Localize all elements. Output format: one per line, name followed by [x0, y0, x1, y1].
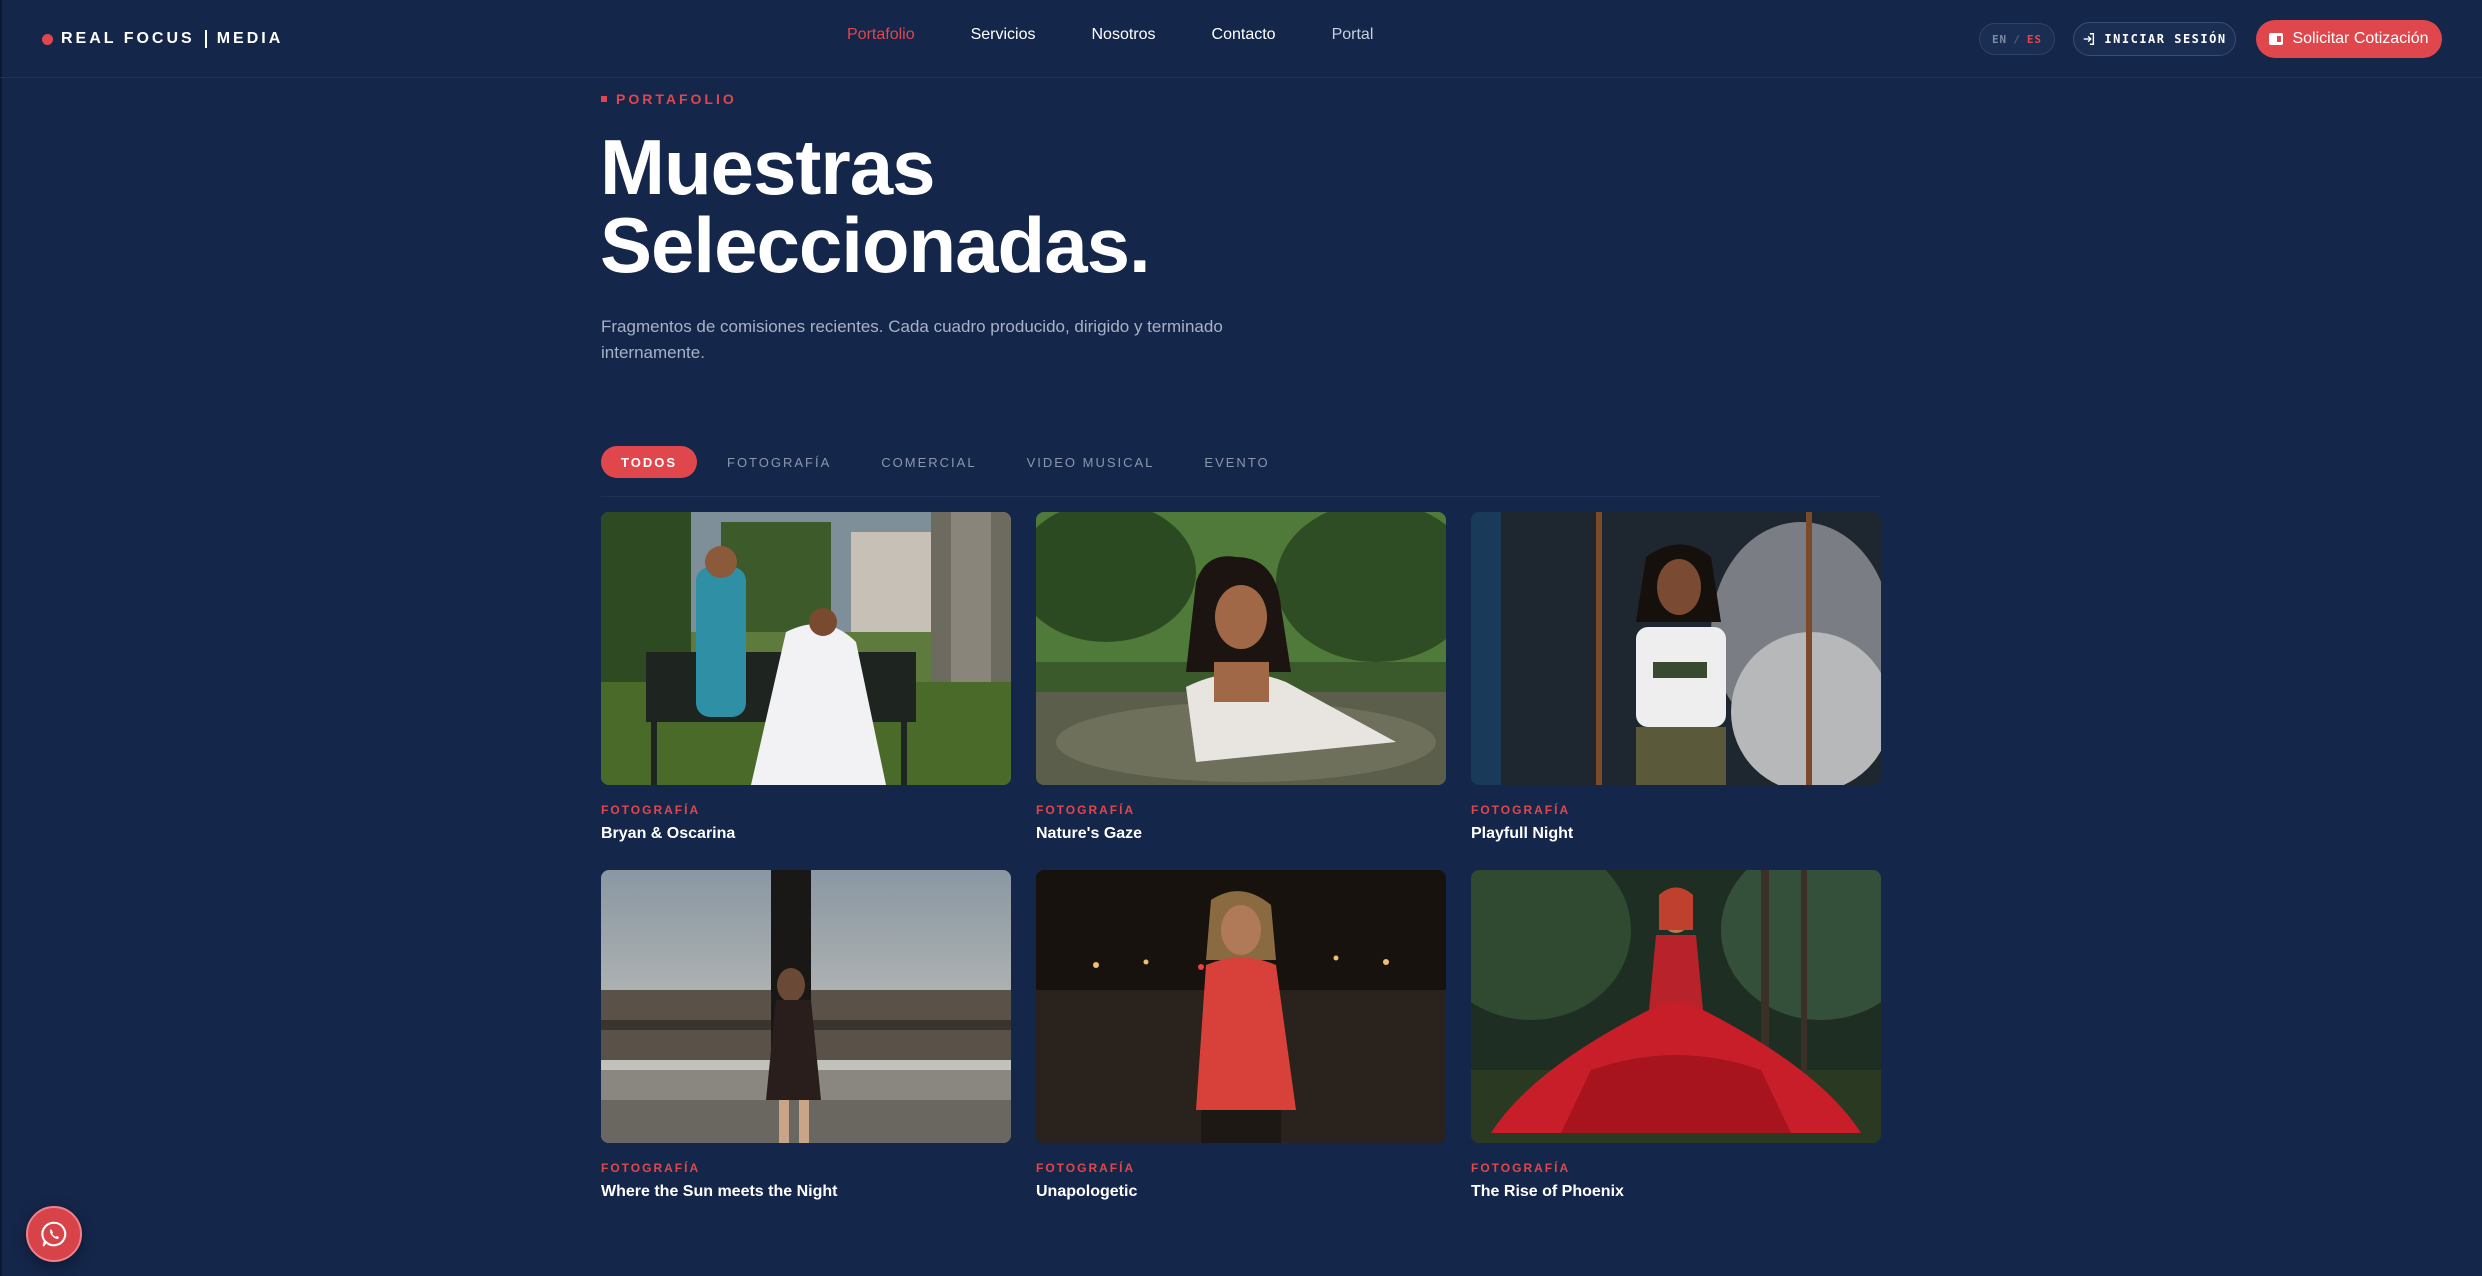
card-title[interactable]: The Rise of Phoenix	[1471, 1183, 1881, 1201]
portfolio-card[interactable]: FOTOGRAFÍA Nature's Gaze	[1036, 512, 1446, 843]
whatsapp-icon	[41, 1221, 67, 1247]
portfolio-photo[interactable]	[1471, 870, 1881, 1143]
portfolio-card[interactable]: FOTOGRAFÍA Bryan & Oscarina	[601, 512, 1011, 843]
login-label: INICIAR SESIÓN	[2104, 32, 2227, 46]
category-filter-bar: TODOS FOTOGRAFÍA COMERCIAL VIDEO MUSICAL…	[601, 446, 1290, 478]
card-title[interactable]: Where the Sun meets the Night	[601, 1183, 1011, 1201]
title-line-1: Muestras	[600, 123, 935, 211]
filter-video-musical[interactable]: VIDEO MUSICAL	[1007, 446, 1175, 478]
card-category: FOTOGRAFÍA	[1471, 803, 1571, 817]
lang-option-en[interactable]: EN	[1992, 33, 2007, 46]
top-navbar: REAL FOCUS MEDIA Portafolio Servicios No…	[0, 0, 2482, 78]
lang-separator: /	[2013, 32, 2021, 46]
brand-name-left: REAL FOCUS	[61, 30, 195, 47]
section-eyebrow: PORTAFOLIO	[601, 90, 737, 108]
card-category: FOTOGRAFÍA	[601, 803, 701, 817]
logo-dot-icon	[42, 33, 53, 45]
filter-evento[interactable]: EVENTO	[1184, 446, 1289, 478]
brand-logo[interactable]: REAL FOCUS MEDIA	[42, 28, 283, 50]
quote-label: Solicitar Cotización	[2292, 30, 2429, 47]
language-switcher[interactable]: EN / ES	[1979, 23, 2055, 55]
login-button[interactable]: INICIAR SESIÓN	[2073, 22, 2236, 56]
card-title[interactable]: Nature's Gaze	[1036, 825, 1446, 843]
card-title[interactable]: Unapologetic	[1036, 1183, 1446, 1201]
nav-link-portafolio[interactable]: Portafolio	[847, 26, 915, 52]
portfolio-photo[interactable]	[1471, 512, 1881, 785]
card-title[interactable]: Playfull Night	[1471, 825, 1881, 843]
login-icon	[2084, 33, 2095, 45]
filter-divider	[601, 496, 1881, 497]
lang-option-es[interactable]: ES	[2027, 33, 2042, 46]
eyebrow-label: PORTAFOLIO	[616, 91, 737, 107]
quote-icon	[2269, 33, 2284, 45]
card-category: FOTOGRAFÍA	[1471, 1161, 1571, 1175]
nav-link-servicios[interactable]: Servicios	[971, 26, 1036, 52]
logo-divider	[204, 30, 207, 48]
filter-comercial[interactable]: COMERCIAL	[861, 446, 996, 478]
card-category: FOTOGRAFÍA	[601, 1161, 701, 1175]
portfolio-card[interactable]: FOTOGRAFÍA The Rise of Phoenix	[1471, 870, 1881, 1201]
nav-link-contacto[interactable]: Contacto	[1212, 26, 1276, 52]
portfolio-photo[interactable]	[1036, 870, 1446, 1143]
portfolio-photo[interactable]	[1036, 512, 1446, 785]
card-category: FOTOGRAFÍA	[1036, 1161, 1136, 1175]
filter-todos[interactable]: TODOS	[601, 446, 697, 478]
page-edge	[0, 0, 2, 1276]
portfolio-grid: FOTOGRAFÍA Bryan & Oscarina FOTOGRAFÍA N…	[601, 512, 1881, 1201]
whatsapp-chat-button[interactable]	[26, 1206, 82, 1262]
portfolio-card[interactable]: FOTOGRAFÍA Playfull Night	[1471, 512, 1881, 843]
card-title[interactable]: Bryan & Oscarina	[601, 825, 1011, 843]
filter-fotografia[interactable]: FOTOGRAFÍA	[707, 446, 851, 478]
card-category: FOTOGRAFÍA	[1036, 803, 1136, 817]
request-quote-button[interactable]: Solicitar Cotización	[2256, 20, 2442, 58]
page-title: Muestras Seleccionadas.	[600, 128, 1500, 284]
main-menu: Portafolio Servicios Nosotros Contacto P…	[847, 26, 1373, 52]
nav-link-portal[interactable]: Portal	[1332, 26, 1374, 52]
portfolio-photo[interactable]	[601, 870, 1011, 1143]
brand-name-right: MEDIA	[216, 30, 284, 47]
page-subtitle: Fragmentos de comisiones recientes. Cada…	[601, 317, 1223, 362]
eyebrow-square-icon	[601, 96, 607, 102]
portfolio-card[interactable]: FOTOGRAFÍA Where the Sun meets the Night	[601, 870, 1011, 1201]
title-line-2: Seleccionadas.	[600, 201, 1151, 289]
portfolio-photo[interactable]	[601, 512, 1011, 785]
portfolio-card[interactable]: FOTOGRAFÍA Unapologetic	[1036, 870, 1446, 1201]
nav-link-nosotros[interactable]: Nosotros	[1092, 26, 1156, 52]
